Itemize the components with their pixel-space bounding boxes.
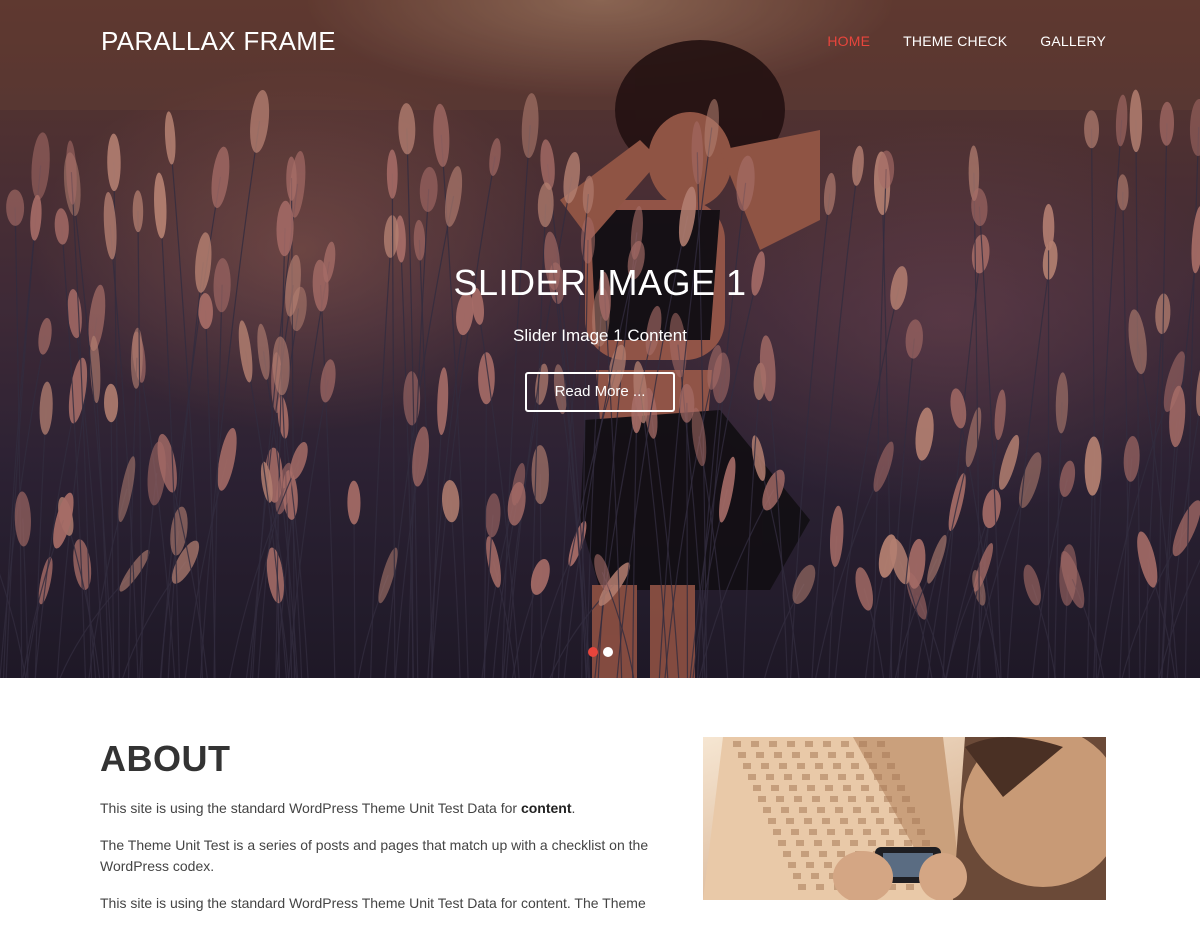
slider-pagination [0, 647, 1200, 657]
about-paragraph-3: This site is using the standard WordPres… [100, 895, 646, 911]
about-heading: ABOUT [100, 738, 231, 779]
about-paragraph-1-text: This site is using the standard WordPres… [100, 800, 521, 816]
slide-title: SLIDER IMAGE 1 [453, 262, 747, 303]
about-text: ABOUT This site is using the standard Wo… [100, 738, 660, 930]
about-paragraph-1-bold: content [520, 800, 572, 816]
about-image-illustration [703, 737, 1106, 900]
about-paragraph-1-end: . [571, 800, 576, 816]
nav-item-gallery[interactable]: GALLERY [1040, 33, 1106, 49]
slide-dot-2[interactable] [602, 647, 613, 657]
slide-content: Slider Image 1 Content [513, 326, 687, 345]
nav-item-theme-check[interactable]: THEME CHECK [903, 33, 1007, 49]
slide-dot-1[interactable] [587, 647, 598, 657]
nav-item-home[interactable]: HOME [827, 33, 870, 49]
site-title[interactable]: PARALLAX FRAME [101, 26, 336, 57]
hero-slider: PARALLAX FRAME HOME THEME CHECK GALLERY … [0, 0, 1200, 678]
main-navigation: HOME THEME CHECK GALLERY [794, 33, 1106, 49]
read-more-button[interactable]: Read More ... [525, 372, 675, 412]
about-paragraph-1: This site is using the standard WordPres… [100, 798, 660, 819]
about-section: ABOUT This site is using the standard Wo… [0, 678, 1200, 911]
slide-caption: SLIDER IMAGE 1 Slider Image 1 Content Re… [0, 262, 1200, 412]
about-paragraph-2: The Theme Unit Test is a series of posts… [100, 837, 649, 874]
about-image [703, 737, 1106, 900]
